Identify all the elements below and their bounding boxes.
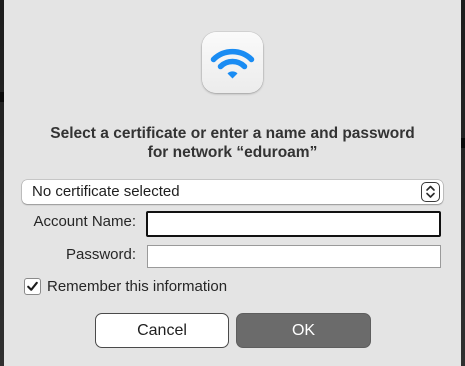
account-name-label: Account Name: bbox=[33, 213, 136, 230]
remember-label[interactable]: Remember this information bbox=[47, 278, 227, 295]
certificate-select-value: No certificate selected bbox=[32, 183, 180, 200]
prompt-line: for network “eduroam” bbox=[147, 144, 318, 161]
password-label: Password: bbox=[65, 246, 136, 263]
cancel-button[interactable]: Cancel bbox=[95, 313, 229, 348]
window-edge-right bbox=[461, 0, 465, 366]
account-name-field[interactable] bbox=[146, 211, 441, 237]
wifi-app-icon bbox=[202, 32, 263, 93]
certificate-select[interactable]: No certificate selected bbox=[22, 180, 443, 204]
up-down-chevron-icon bbox=[426, 185, 435, 198]
window-edge-mark bbox=[0, 92, 4, 102]
wifi-icon bbox=[210, 48, 255, 79]
wifi-authentication-dialog: Select a certificate or enter a name and… bbox=[0, 0, 465, 366]
checkmark-icon bbox=[27, 281, 38, 291]
ok-button[interactable]: OK bbox=[236, 313, 371, 348]
select-stepper[interactable] bbox=[421, 182, 440, 202]
dialog-prompt: Select a certificate or enter a name and… bbox=[20, 124, 445, 162]
window-edge-mark bbox=[461, 138, 465, 148]
password-field[interactable] bbox=[147, 245, 441, 268]
window-edge-left bbox=[0, 0, 4, 366]
prompt-line: Select a certificate or enter a name and… bbox=[50, 125, 415, 142]
remember-checkbox[interactable] bbox=[24, 278, 41, 295]
